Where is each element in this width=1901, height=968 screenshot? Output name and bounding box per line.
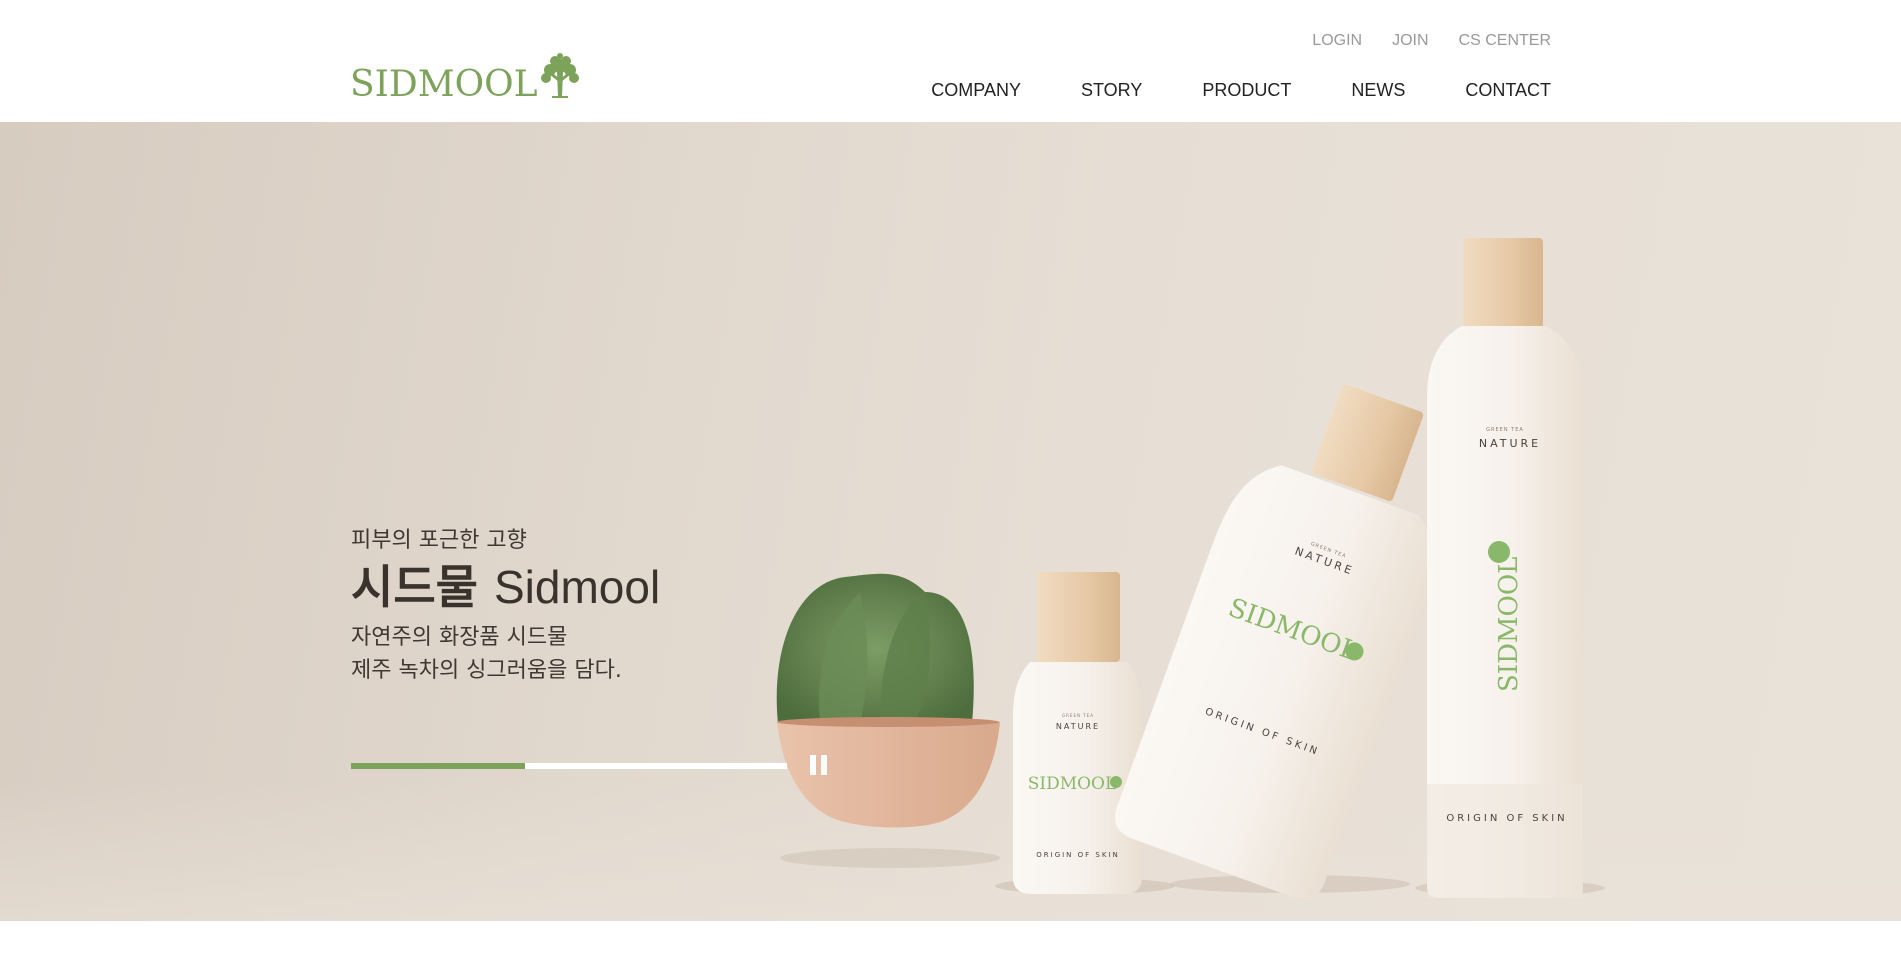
nav-item-news[interactable]: NEWS — [1351, 80, 1405, 101]
hero-product-image: GREEN TEA NATURE SIDMOOL ORIGIN OF SKIN … — [776, 238, 1605, 900]
cactus-pot — [776, 573, 1000, 828]
logo-text: SIDMOOL — [350, 64, 538, 105]
hero-slider: GREEN TEA NATURE SIDMOOL ORIGIN OF SKIN … — [0, 122, 1901, 921]
svg-text:SIDMOOL: SIDMOOL — [1494, 557, 1524, 692]
nav-item-story[interactable]: STORY — [1081, 80, 1142, 101]
pause-bar-right — [821, 755, 827, 775]
nav-item-contact[interactable]: CONTACT — [1465, 80, 1551, 101]
svg-text:GREEN TEA: GREEN TEA — [1486, 427, 1524, 433]
join-link[interactable]: JOIN — [1392, 32, 1428, 50]
svg-text:ORIGIN OF SKIN: ORIGIN OF SKIN — [1446, 813, 1567, 824]
hero-title-english: Sidmool — [493, 561, 661, 613]
hero-title-korean: 시드물 — [351, 560, 478, 614]
site-header: SIDMOOL LOGIN JOIN CS CENTER COMPANY STO… — [0, 0, 1901, 122]
brand-logo[interactable]: SIDMOOL — [350, 52, 585, 103]
slider-progress-fill — [351, 763, 526, 769]
tall-bottle: GREEN TEA NATURE SIDMOOL ORIGIN OF SKIN — [1427, 238, 1583, 898]
cs-center-link[interactable]: CS CENTER — [1459, 32, 1551, 50]
svg-text:ORIGIN OF SKIN: ORIGIN OF SKIN — [1036, 851, 1119, 859]
hero-description-line-1: 자연주의 화장품 시드물 — [351, 624, 568, 650]
hero-subtitle: 피부의 포근한 고향 — [351, 528, 527, 553]
tree-icon — [540, 53, 579, 98]
svg-text:NATURE: NATURE — [1479, 437, 1541, 450]
pot-shadow — [780, 848, 1000, 868]
hero-title: 시드물 Sidmool — [351, 562, 660, 613]
hero-copy: 피부의 포근한 고향 시드물 Sidmool 자연주의 화장품 시드물 제주 녹… — [351, 522, 660, 687]
pause-bar-left — [810, 755, 816, 775]
main-nav: COMPANY STORY PRODUCT NEWS CONTACT — [931, 80, 1551, 101]
svg-text:NATURE: NATURE — [1056, 722, 1100, 731]
slider-progress-bar — [351, 763, 787, 769]
pause-icon[interactable] — [808, 755, 830, 777]
nav-item-company[interactable]: COMPANY — [931, 80, 1021, 101]
nav-item-product[interactable]: PRODUCT — [1202, 80, 1291, 101]
hero-description-line-2: 제주 녹차의 싱그러움을 담다. — [351, 657, 622, 683]
login-link[interactable]: LOGIN — [1312, 32, 1362, 50]
utility-nav: LOGIN JOIN CS CENTER — [1312, 32, 1551, 50]
svg-text:GREEN TEA: GREEN TEA — [1062, 713, 1094, 718]
svg-text:SIDMOOL: SIDMOOL — [1028, 774, 1117, 794]
small-bottle: GREEN TEA NATURE SIDMOOL ORIGIN OF SKIN — [1013, 572, 1142, 894]
